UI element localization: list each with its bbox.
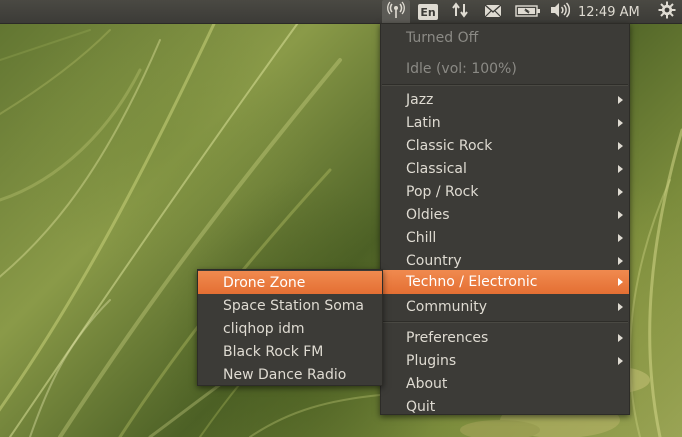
- genre-item-pop-rock[interactable]: Pop / Rock: [381, 180, 629, 203]
- submenu-arrow-icon: [618, 357, 623, 365]
- top-panel: En 12:49 AM: [0, 0, 682, 24]
- menu-item-plugins[interactable]: Plugins: [381, 349, 629, 372]
- genre-item-jazz[interactable]: Jazz: [381, 88, 629, 111]
- menu-item-label: Preferences: [406, 329, 489, 346]
- sound-indicator[interactable]: [547, 0, 573, 24]
- genre-item-country[interactable]: Country: [381, 249, 629, 272]
- menu-item-label: Quit: [406, 398, 436, 415]
- station-label: Space Station Soma: [223, 297, 365, 314]
- genre-label: Latin: [406, 114, 441, 131]
- genre-label: Jazz: [406, 91, 434, 108]
- station-item-drone-zone[interactable]: Drone Zone: [198, 271, 382, 294]
- menu-item-about[interactable]: About: [381, 372, 629, 395]
- submenu-arrow-icon: [618, 119, 623, 127]
- genre-label: Classical: [406, 160, 467, 177]
- menu-separator: [382, 84, 628, 85]
- submenu-arrow-icon: [618, 211, 623, 219]
- menu-item-label: About: [406, 375, 448, 392]
- session-indicator[interactable]: [655, 0, 679, 24]
- genre-label: Pop / Rock: [406, 183, 479, 200]
- submenu-arrow-icon: [618, 188, 623, 196]
- station-item-new-dance-radio[interactable]: New Dance Radio: [198, 363, 382, 386]
- stations-submenu: Drone Zone Space Station Soma cliqhop id…: [197, 269, 383, 386]
- genre-label: Classic Rock: [406, 137, 493, 154]
- genre-label: Chill: [406, 229, 437, 246]
- genre-item-chill[interactable]: Chill: [381, 226, 629, 249]
- station-item-space-station-soma[interactable]: Space Station Soma: [198, 294, 382, 317]
- status-label: Turned Off: [406, 29, 479, 46]
- network-indicator[interactable]: [447, 0, 473, 24]
- radio-tray-menu: Turned Off Idle (vol: 100%) Jazz Latin C…: [380, 23, 630, 415]
- station-label: Black Rock FM: [223, 343, 324, 360]
- battery-icon: [515, 3, 541, 22]
- genre-label: Oldies: [406, 206, 450, 223]
- submenu-arrow-icon: [618, 278, 623, 286]
- menu-item-preferences[interactable]: Preferences: [381, 326, 629, 349]
- station-label: New Dance Radio: [223, 366, 347, 383]
- power-indicator[interactable]: [513, 0, 543, 24]
- radio-tray-icon: [387, 1, 405, 23]
- genre-item-latin[interactable]: Latin: [381, 111, 629, 134]
- session-gear-icon: [658, 1, 676, 23]
- volume-icon: [550, 2, 571, 22]
- genre-item-classical[interactable]: Classical: [381, 157, 629, 180]
- genre-label: Community: [406, 298, 488, 315]
- keyboard-language-indicator[interactable]: En: [417, 0, 439, 24]
- genre-label: Techno / Electronic: [406, 274, 538, 290]
- volume-status-label: Idle (vol: 100%): [406, 60, 517, 77]
- submenu-arrow-icon: [618, 334, 623, 342]
- submenu-arrow-icon: [618, 165, 623, 173]
- radio-tray-indicator[interactable]: [382, 0, 410, 24]
- keyboard-language-icon: En: [418, 4, 438, 20]
- genre-item-classic-rock[interactable]: Classic Rock: [381, 134, 629, 157]
- station-item-cliqhop-idm[interactable]: cliqhop idm: [198, 317, 382, 340]
- mail-icon: [484, 3, 502, 22]
- menu-item-label: Plugins: [406, 352, 457, 369]
- menu-item-quit[interactable]: Quit: [381, 395, 629, 418]
- submenu-arrow-icon: [618, 96, 623, 104]
- submenu-arrow-icon: [618, 234, 623, 242]
- submenu-arrow-icon: [618, 303, 623, 311]
- station-label: cliqhop idm: [223, 320, 305, 337]
- station-label: Drone Zone: [223, 274, 306, 291]
- network-icon: [451, 1, 469, 23]
- menu-separator: [382, 321, 628, 322]
- clock-label: 12:49 AM: [578, 4, 640, 20]
- genre-label: Country: [406, 252, 462, 269]
- station-item-black-rock-fm[interactable]: Black Rock FM: [198, 340, 382, 363]
- messaging-indicator[interactable]: [480, 0, 506, 24]
- genre-item-oldies[interactable]: Oldies: [381, 203, 629, 226]
- volume-status-item: Idle (vol: 100%): [381, 57, 629, 80]
- submenu-arrow-icon: [618, 257, 623, 265]
- status-item: Turned Off: [381, 26, 629, 49]
- genre-item-techno-electronic[interactable]: Techno / Electronic: [381, 270, 629, 294]
- genre-item-community[interactable]: Community: [381, 295, 629, 318]
- submenu-arrow-icon: [618, 142, 623, 150]
